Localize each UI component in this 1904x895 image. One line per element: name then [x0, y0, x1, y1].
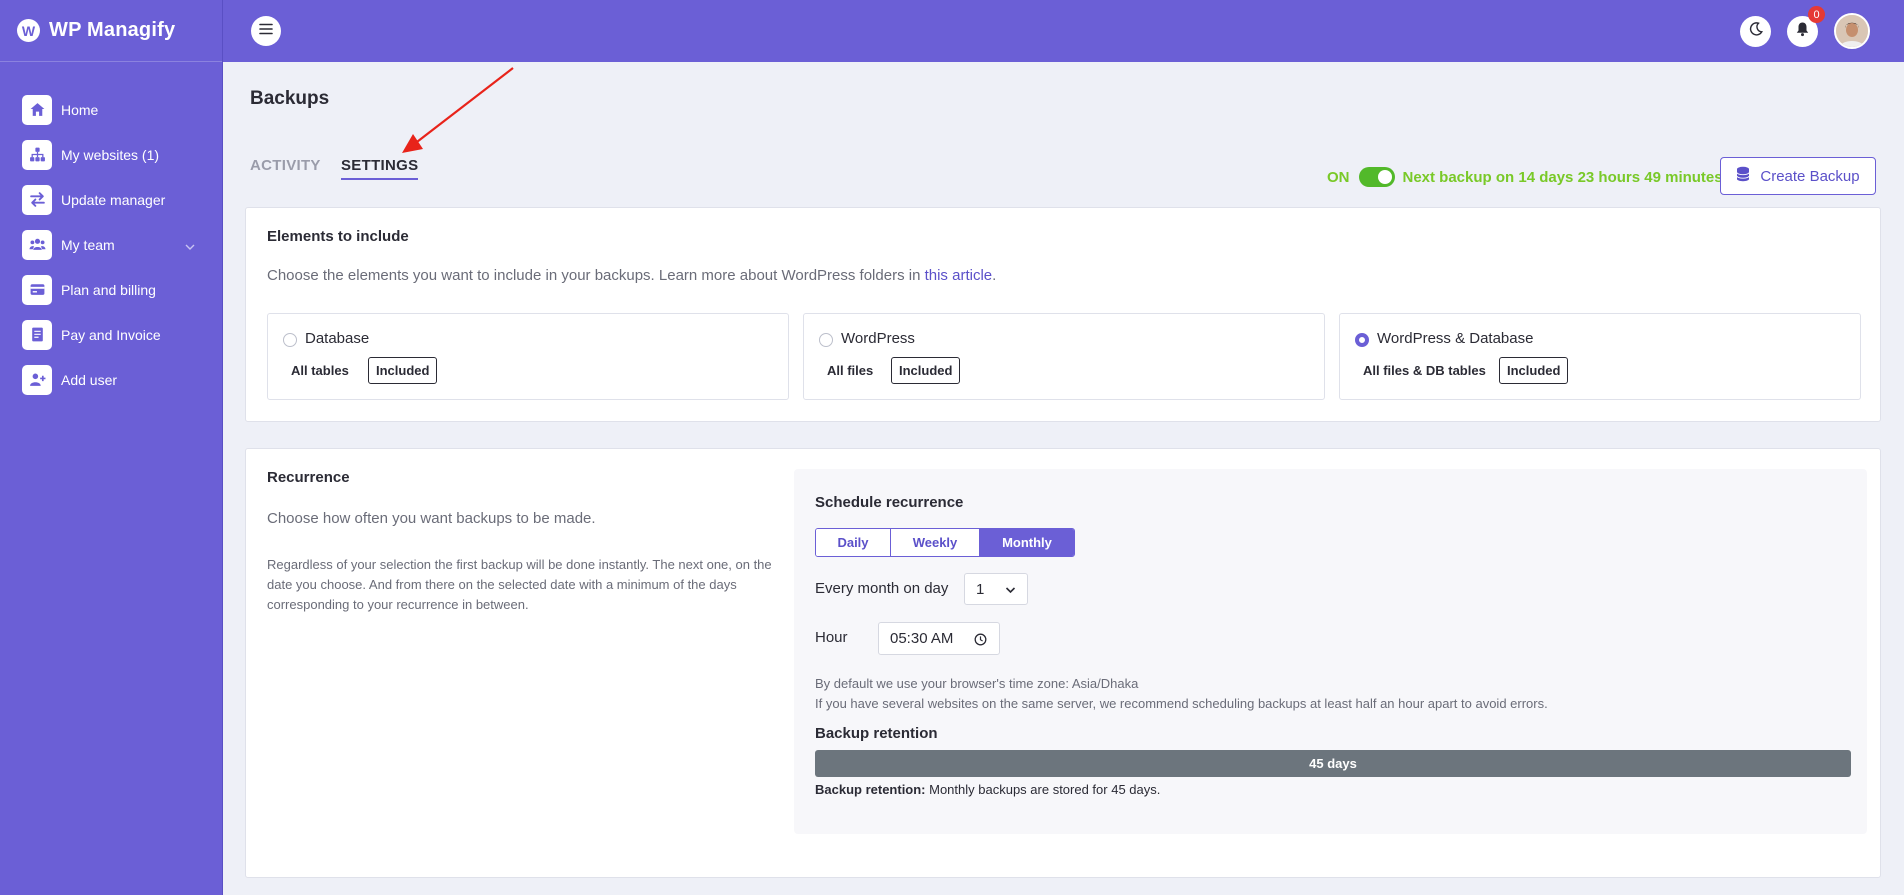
sitemap-icon — [22, 139, 52, 170]
sidebar-nav: Home My websites (1) Update manager My t… — [0, 62, 222, 402]
retention-note-label: Backup retention: — [815, 782, 926, 797]
option-sub: All tables — [291, 363, 349, 378]
elements-heading: Elements to include — [267, 228, 409, 245]
sidebar-item-add-user[interactable]: Add user — [0, 357, 222, 402]
option-database[interactable]: Database All tables Included — [267, 313, 789, 400]
sidebar-item-label: Add user — [61, 371, 118, 388]
radio-database[interactable] — [283, 333, 297, 347]
swap-arrows-icon — [22, 184, 52, 215]
included-badge: Included — [891, 357, 961, 384]
elements-intro-end: . — [992, 267, 997, 284]
day-select[interactable]: 1 — [964, 573, 1028, 605]
option-wordpress-and-database[interactable]: WordPress & Database All files & DB tabl… — [1339, 313, 1861, 400]
brand[interactable]: W WP Managify — [0, 0, 222, 62]
create-backup-label: Create Backup — [1760, 167, 1860, 185]
sidebar-item-my-websites[interactable]: My websites (1) — [0, 132, 222, 177]
day-label: Every month on day — [815, 580, 949, 597]
recurrence-intro: Choose how often you want backups to be … — [267, 510, 596, 527]
recurrence-daily-button[interactable]: Daily — [816, 529, 891, 556]
recurrence-weekly-button[interactable]: Weekly — [891, 529, 980, 556]
sidebar-item-label: My websites (1) — [61, 146, 160, 163]
server-advice-text: If you have several websites on the same… — [815, 696, 1548, 711]
recurrence-card: Recurrence Choose how often you want bac… — [245, 448, 1881, 878]
option-title: WordPress — [841, 330, 915, 347]
radio-wordpress-and-database[interactable] — [1355, 333, 1369, 347]
retention-note: Backup retention: Monthly backups are st… — [815, 782, 1160, 797]
add-user-icon — [22, 364, 52, 395]
chevron-down-icon[interactable] — [184, 238, 196, 256]
option-sub: All files & DB tables — [1363, 363, 1486, 378]
page-title: Backups — [250, 88, 330, 109]
sidebar-item-label: Plan and billing — [61, 281, 156, 298]
invoice-icon — [22, 319, 52, 350]
included-badge: Included — [1499, 357, 1569, 384]
option-sub: All files — [827, 363, 874, 378]
schedule-panel: Schedule recurrence Daily Weekly Monthly… — [794, 469, 1867, 834]
tab-activity[interactable]: ACTIVITY — [250, 157, 321, 174]
retention-title: Backup retention — [815, 725, 938, 742]
day-select-value: 1 — [976, 580, 985, 598]
topbar: 0 — [223, 0, 1904, 62]
schedule-title: Schedule recurrence — [815, 494, 964, 511]
retention-bar: 45 days — [815, 750, 1851, 777]
sidebar-item-label: Pay and Invoice — [61, 326, 161, 343]
hour-input[interactable]: 05:30 AM — [878, 622, 1000, 655]
option-title: WordPress & Database — [1377, 330, 1534, 347]
hour-input-value: 05:30 AM — [890, 630, 954, 647]
sidebar-item-update-manager[interactable]: Update manager — [0, 177, 222, 222]
elements-intro-text: Choose the elements you want to include … — [267, 267, 925, 284]
team-icon — [22, 229, 52, 260]
hour-label: Hour — [815, 629, 848, 646]
avatar[interactable] — [1834, 13, 1870, 49]
create-backup-button[interactable]: Create Backup — [1720, 157, 1876, 195]
sidebar-item-pay-and-invoice[interactable]: Pay and Invoice — [0, 312, 222, 357]
sidebar-item-my-team[interactable]: My team — [0, 222, 222, 267]
included-badge: Included — [368, 357, 438, 384]
brand-logo-icon: W — [17, 19, 40, 42]
option-wordpress[interactable]: WordPress All files Included — [803, 313, 1325, 400]
radio-wordpress[interactable] — [819, 333, 833, 347]
sidebar-item-label: Update manager — [61, 191, 166, 208]
option-title: Database — [305, 330, 370, 347]
recurrence-heading: Recurrence — [267, 469, 350, 486]
moon-icon — [1748, 21, 1764, 42]
sidebar-item-label: My team — [61, 236, 115, 253]
sidebar: W WP Managify Home My websites (1) Updat… — [0, 0, 223, 895]
recurrence-note: Regardless of your selection the first b… — [267, 557, 772, 612]
menu-toggle-button[interactable] — [251, 16, 281, 46]
backup-on-label: ON — [1327, 168, 1350, 186]
sidebar-item-plan-and-billing[interactable]: Plan and billing — [0, 267, 222, 312]
hamburger-icon — [259, 22, 273, 40]
credit-card-icon — [22, 274, 52, 305]
brand-name: WP Managify — [49, 19, 176, 41]
elements-intro: Choose the elements you want to include … — [267, 267, 996, 284]
backup-status: ON Next backup on 14 days 23 hours 49 mi… — [1327, 167, 1723, 187]
notification-badge: 0 — [1808, 6, 1825, 23]
database-icon — [1736, 166, 1760, 186]
sidebar-item-home[interactable]: Home — [0, 87, 222, 132]
next-backup-text: Next backup on 14 days 23 hours 49 minut… — [1402, 168, 1723, 186]
dark-mode-toggle-button[interactable] — [1740, 16, 1771, 47]
recurrence-segmented-control: Daily Weekly Monthly — [815, 528, 1075, 557]
recurrence-monthly-button[interactable]: Monthly — [980, 529, 1074, 556]
timezone-note: By default we use your browser's time zo… — [815, 674, 1548, 714]
elements-card: Elements to include Choose the elements … — [245, 207, 1881, 422]
tab-settings[interactable]: SETTINGS — [341, 157, 419, 180]
sidebar-item-label: Home — [61, 101, 99, 118]
backup-toggle[interactable] — [1358, 167, 1395, 187]
article-link[interactable]: this article — [925, 267, 993, 284]
retention-note-text: Monthly backups are stored for 45 days. — [925, 782, 1161, 797]
bell-icon — [1795, 21, 1810, 42]
home-icon — [22, 94, 52, 125]
timezone-text: By default we use your browser's time zo… — [815, 676, 1139, 691]
